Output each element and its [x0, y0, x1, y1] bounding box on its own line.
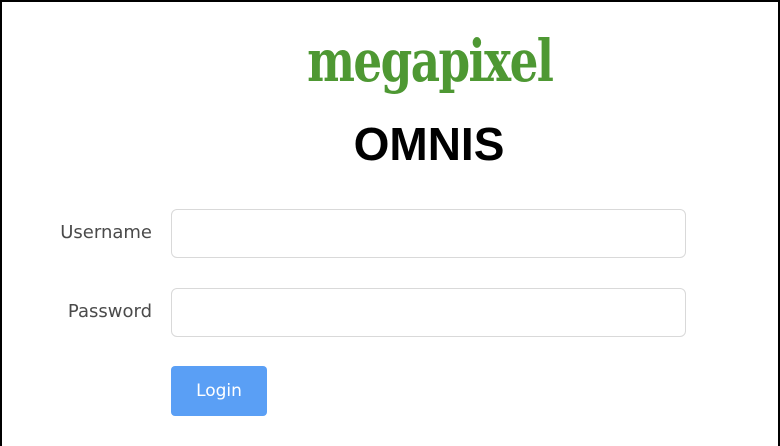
logo-text: megapixel	[307, 27, 554, 95]
login-button[interactable]: Login	[171, 366, 267, 416]
megapixel-logo: megapixel	[96, 26, 701, 96]
username-label: Username	[60, 222, 152, 243]
username-input[interactable]	[171, 209, 686, 258]
password-input[interactable]	[171, 288, 686, 337]
password-label: Password	[67, 301, 152, 322]
app-title: OMNIS	[353, 118, 505, 170]
login-panel: megapixel OMNIS Username Password Login	[0, 0, 780, 446]
